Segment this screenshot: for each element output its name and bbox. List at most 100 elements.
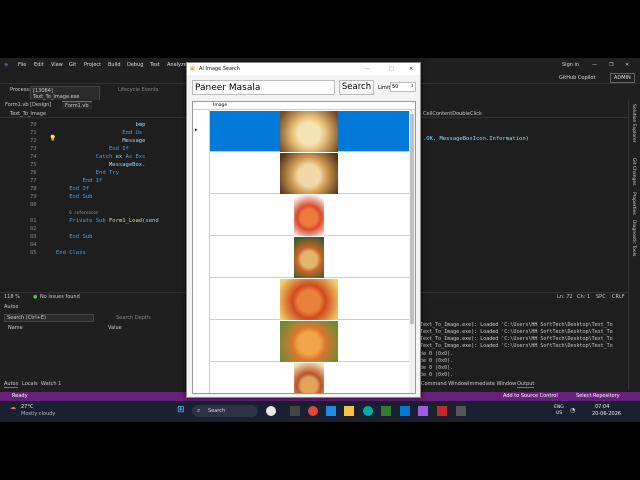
start-icon[interactable]: ⊞ (177, 406, 185, 415)
lightbulb-icon[interactable]: 💡 (49, 135, 56, 142)
table-row[interactable] (210, 195, 410, 236)
wifi-icon[interactable]: ◔ (570, 407, 575, 414)
tab-watch1[interactable]: Watch 1 (41, 381, 61, 387)
dialog-maximize-icon[interactable]: □ (389, 66, 394, 72)
cursor-line: Ln: 72 (557, 294, 573, 300)
code-token: Catch (95, 154, 116, 160)
cursor-col: Ch: 1 (577, 294, 591, 300)
table-row[interactable] (210, 363, 410, 393)
line-number: 74 (30, 154, 37, 160)
visual-studio-icon[interactable] (418, 406, 428, 416)
menu-file[interactable]: File (18, 62, 26, 68)
autos-search-input[interactable]: Search (Ctrl+E) (4, 314, 94, 322)
menu-test[interactable]: Test (150, 62, 160, 68)
table-row[interactable] (210, 279, 410, 320)
weather-icon[interactable]: ☁ (10, 404, 16, 411)
code-token: End If (108, 146, 129, 152)
menu-view[interactable]: View (51, 62, 63, 68)
dialog-close-icon[interactable]: ✕ (409, 66, 413, 72)
class-dropdown[interactable]: Text_To_Image (10, 111, 46, 117)
rail-diagnostic-tools[interactable]: Diagnostic Tools (631, 220, 636, 256)
search-button[interactable]: Search (339, 80, 374, 95)
maximize-icon[interactable]: ❐ (609, 62, 613, 68)
output-line: de 0 (0x0). (420, 365, 454, 371)
tab-locals[interactable]: Locals (22, 381, 38, 387)
grid-scrollbar[interactable] (409, 110, 415, 393)
line-ending[interactable]: CRLF (612, 294, 625, 300)
sign-in-link[interactable]: Sign in (562, 62, 579, 68)
status-ready: Ready (12, 393, 28, 399)
menu-project[interactable]: Project (84, 62, 101, 68)
stepper-arrows-icon[interactable]: ⇕ (411, 83, 414, 88)
weather-temp[interactable]: 27°C (21, 404, 33, 410)
input-language[interactable]: ENG (554, 405, 564, 410)
tab-autos[interactable]: Autos (4, 381, 19, 388)
taskbar-search[interactable]: Search (192, 405, 258, 417)
clock-time[interactable]: 07:04 (595, 404, 609, 410)
app-icon-running[interactable] (456, 406, 466, 416)
zoom-level[interactable]: 118 % (4, 294, 20, 300)
close-icon[interactable]: ✕ (625, 62, 629, 68)
search-input[interactable]: Paneer Masala (192, 80, 335, 95)
tab-immediate-window[interactable]: Immediate Window (468, 381, 516, 387)
table-row[interactable] (210, 153, 410, 194)
food-image-thumbnail[interactable] (280, 321, 338, 362)
menu-analyze[interactable]: Analyze (167, 62, 187, 68)
select-repository[interactable]: Select Repository (576, 393, 620, 399)
minimize-icon[interactable]: — (592, 62, 597, 68)
clock-date[interactable]: 20-06-2026 (592, 411, 621, 417)
menu-edit[interactable]: Edit (34, 62, 44, 68)
food-image-thumbnail[interactable] (280, 279, 338, 320)
admin-badge[interactable]: ADMIN (610, 73, 635, 83)
menu-build[interactable]: Build (108, 62, 121, 68)
no-issues-status[interactable]: No issues found (40, 294, 80, 300)
food-image-thumbnail[interactable] (294, 363, 324, 393)
edge-icon[interactable] (326, 406, 336, 416)
app-icon-red[interactable] (437, 406, 447, 416)
tab-form1-design[interactable]: Form1.vb [Design] (2, 101, 54, 109)
file-explorer-icon[interactable] (344, 406, 354, 416)
rail-solution-explorer[interactable]: Solution Explorer (631, 104, 636, 143)
task-view-icon[interactable] (290, 406, 300, 416)
food-image-thumbnail[interactable] (280, 153, 338, 194)
code-line: End Sub (56, 194, 92, 200)
table-row[interactable] (210, 111, 410, 152)
menu-git[interactable]: Git (69, 62, 76, 68)
food-image-thumbnail[interactable] (280, 111, 338, 152)
event-dropdown[interactable]: CellContentDoubleClick (423, 111, 482, 117)
lifecycle-events[interactable]: Lifecycle Events (118, 87, 158, 93)
table-row[interactable] (210, 237, 410, 278)
tab-command-window[interactable]: Command Window (421, 381, 468, 387)
store-icon[interactable] (400, 406, 410, 416)
dialog-minimize-icon[interactable]: — (365, 66, 370, 72)
code-line: Message (56, 138, 145, 144)
rail-git-changes[interactable]: Git Changes (631, 158, 636, 186)
tab-form1-vb[interactable]: Form1.vb (62, 101, 92, 109)
line-number: 77 (30, 178, 37, 184)
input-region[interactable]: US (556, 411, 562, 416)
search-depth[interactable]: Search Depth: (116, 315, 152, 321)
app-icon-pinned[interactable] (266, 406, 276, 416)
excel-icon[interactable] (381, 406, 391, 416)
edge-browser-icon[interactable] (363, 406, 373, 416)
image-grid[interactable]: Image ▸ (192, 101, 416, 394)
line-number: 75 (30, 162, 37, 168)
table-row[interactable] (210, 321, 410, 362)
line-number: 84 (30, 242, 37, 248)
add-source-control[interactable]: Add to Source Control (503, 393, 558, 399)
row-header-column (193, 102, 210, 393)
code-line: End Class (56, 250, 86, 256)
menu-debug[interactable]: Debug (127, 62, 143, 68)
limit-stepper[interactable]: 50 ⇕ (390, 82, 416, 92)
tab-output[interactable]: Output (517, 381, 535, 388)
food-image-thumbnail[interactable] (294, 237, 324, 278)
chrome-icon[interactable] (308, 406, 318, 416)
rail-properties[interactable]: Properties (631, 192, 636, 215)
column-header-image[interactable]: Image (213, 103, 227, 108)
code-line: End If (56, 186, 89, 192)
food-image-thumbnail[interactable] (294, 195, 324, 236)
copilot-button[interactable]: GitHub Copilot (559, 75, 595, 81)
spacing-indicator[interactable]: SPC (596, 294, 606, 300)
scrollbar-thumb[interactable] (410, 114, 414, 324)
weather-desc[interactable]: Mostly cloudy (21, 411, 55, 417)
